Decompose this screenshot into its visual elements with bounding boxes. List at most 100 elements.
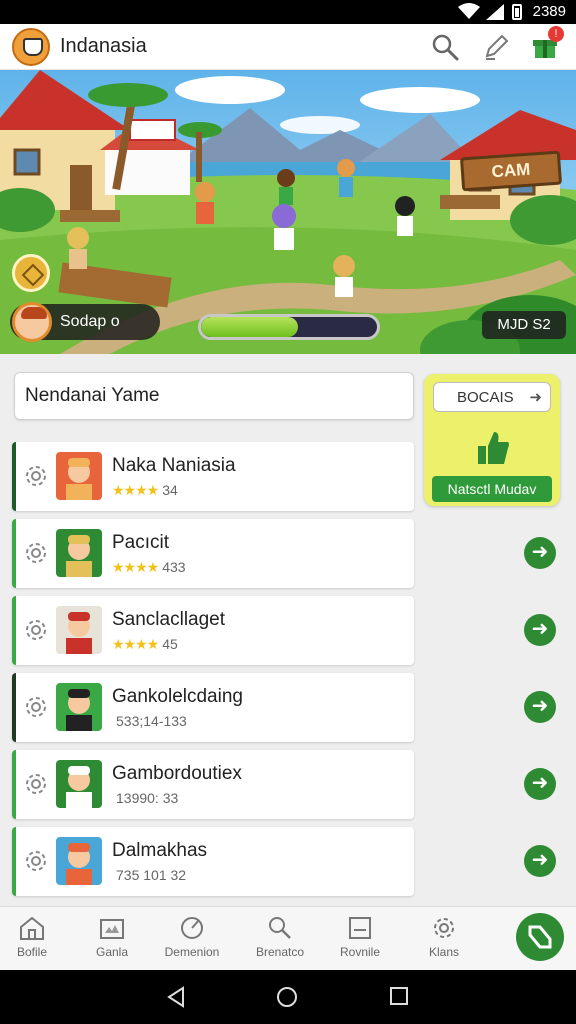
game-title: Pacıcit	[112, 532, 170, 553]
rating-stars: ★★★★	[112, 482, 159, 498]
game-meta: 533;14-133	[112, 713, 187, 729]
game-stat: 433	[162, 559, 186, 575]
xp-progress-bar	[198, 314, 380, 340]
game-stat: 34	[162, 482, 178, 498]
nav-label: Brenatco	[255, 945, 305, 959]
search-person-icon	[269, 917, 291, 939]
nav-item-brenatco[interactable]: Brenatco	[240, 915, 320, 959]
settings-icon[interactable]	[24, 849, 48, 873]
signal-icon	[486, 4, 504, 20]
row-accent	[12, 596, 16, 665]
row-accent	[12, 827, 16, 896]
promo-cta-button[interactable]: Natsctl Mudav	[432, 476, 552, 502]
status-bar: 2389	[0, 0, 576, 24]
search-icon[interactable]	[430, 32, 460, 62]
xp-progress-fill	[201, 317, 298, 337]
player-avatar	[12, 302, 52, 342]
nav-label: Bofile	[16, 945, 48, 959]
system-navigation-bar	[0, 970, 576, 1024]
notification-badge: !	[548, 26, 564, 42]
settings-icon[interactable]	[24, 772, 48, 796]
map-fab-button[interactable]	[516, 913, 564, 961]
game-thumbnail	[56, 452, 102, 500]
promo-tag-label: BOCAIS	[457, 389, 514, 406]
open-game-button[interactable]: ➜	[524, 614, 556, 646]
recents-icon[interactable]	[389, 986, 409, 1006]
timer-icon	[181, 917, 203, 939]
game-list-item[interactable]: Gambordoutiex 13990: 33	[12, 750, 414, 819]
game-thumbnail	[56, 683, 102, 731]
game-title: Gankolelcdaing	[112, 686, 243, 707]
settings-icon[interactable]	[24, 618, 48, 642]
game-title: Sanclacllaget	[112, 609, 226, 630]
game-list-item[interactable]: Naka Naniasia ★★★★ 34	[12, 442, 414, 511]
game-list-item[interactable]: Sanclacllaget ★★★★ 45	[12, 596, 414, 665]
nav-label: Ganla	[95, 945, 129, 959]
game-meta: 735 101 32	[112, 867, 186, 883]
game-title: Naka Naniasia	[112, 455, 236, 476]
row-accent	[12, 442, 16, 511]
search-input[interactable]: Nendanai Yame	[14, 372, 414, 420]
camp-signboard[interactable]: CAM	[459, 150, 563, 192]
game-stat: 45	[162, 636, 178, 652]
nav-item-ganla[interactable]: Ganla	[72, 915, 152, 959]
home-button-icon[interactable]	[276, 986, 298, 1008]
game-title: Gambordoutiex	[112, 763, 242, 784]
game-stat: 13990: 33	[116, 790, 179, 806]
game-list-section: Nendanai Yame BOCAIS ➜ Natsctl Mudav Nak…	[0, 354, 576, 910]
open-game-button[interactable]: ➜	[524, 691, 556, 723]
open-game-button[interactable]: ➜	[524, 768, 556, 800]
game-list-item[interactable]: Gankolelcdaing 533;14-133	[12, 673, 414, 742]
nav-item-bofile[interactable]: Bofile	[0, 915, 72, 959]
gift-button[interactable]: !	[530, 26, 564, 62]
wifi-icon	[458, 3, 480, 19]
game-title: Dalmakhas	[112, 840, 208, 861]
bottom-navigation: Bofile Ganla Demenion Brenatco Rovnile K…	[0, 906, 576, 970]
nav-item-rovnile[interactable]: Rovnile	[320, 915, 400, 959]
player-name: Sodap o	[60, 313, 120, 330]
game-thumbnail	[56, 837, 102, 885]
game-stat: 735 101 32	[116, 867, 187, 883]
game-stat: 533;14-133	[116, 713, 187, 729]
arrow-right-icon: ➜	[529, 389, 542, 406]
settings-icon[interactable]	[24, 695, 48, 719]
battery-icon	[512, 4, 522, 20]
game-thumbnail	[56, 760, 102, 808]
game-meta: 13990: 33	[112, 790, 178, 806]
game-meta: ★★★★ 45	[112, 636, 178, 653]
rating-stars: ★★★★	[112, 559, 159, 575]
rating-stars: ★★★★	[112, 636, 159, 652]
settings-icon	[434, 918, 454, 938]
nav-label: Klans	[428, 945, 460, 959]
nav-label: Rovnile	[339, 945, 381, 959]
document-icon	[349, 917, 371, 939]
game-list-item[interactable]: Pacıcit ★★★★ 433	[12, 519, 414, 588]
edit-icon[interactable]	[481, 32, 511, 62]
open-game-button[interactable]: ➜	[524, 537, 556, 569]
app-bar: Indanasia !	[0, 24, 576, 70]
game-thumbnail	[56, 606, 102, 654]
game-list-item[interactable]: Dalmakhas 735 101 32	[12, 827, 414, 896]
settings-icon[interactable]	[24, 541, 48, 565]
games-icon	[100, 919, 124, 939]
row-accent	[12, 673, 16, 742]
open-game-button[interactable]: ➜	[524, 845, 556, 877]
status-time: 2389	[532, 3, 566, 20]
nav-item-demenion[interactable]: Demenion	[152, 915, 232, 959]
promo-card[interactable]: BOCAIS ➜ Natsctl Mudav	[424, 374, 560, 506]
app-logo[interactable]	[12, 28, 50, 66]
map-icon	[528, 925, 552, 949]
nav-item-klans[interactable]: Klans	[404, 915, 484, 959]
compass-icon[interactable]	[12, 254, 50, 292]
game-thumbnail	[56, 529, 102, 577]
promo-tag[interactable]: BOCAIS ➜	[433, 382, 551, 412]
game-meta: ★★★★ 433	[112, 559, 186, 576]
player-profile[interactable]: Sodap o	[10, 302, 160, 342]
nav-label: Demenion	[164, 945, 220, 959]
back-icon[interactable]	[166, 986, 186, 1008]
score-badge: MJD S2	[482, 311, 566, 339]
home-icon	[20, 916, 44, 940]
row-accent	[12, 750, 16, 819]
settings-icon[interactable]	[24, 464, 48, 488]
row-accent	[12, 519, 16, 588]
